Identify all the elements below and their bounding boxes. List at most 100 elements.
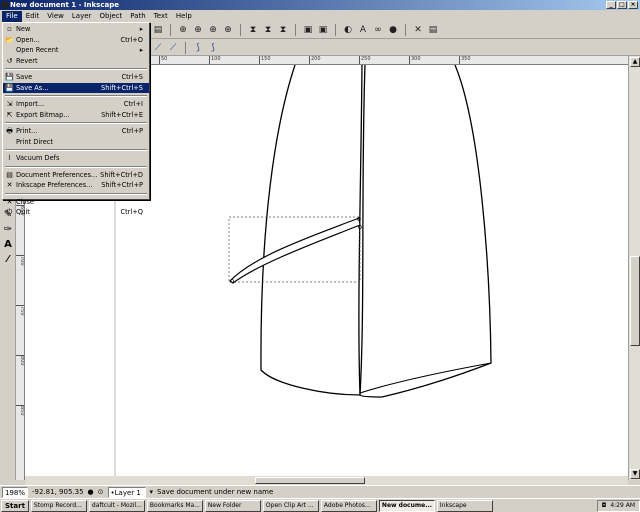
layer-dropdown-chevron-icon[interactable]: ▾ bbox=[150, 488, 154, 496]
close-window-button[interactable]: × bbox=[628, 1, 638, 9]
menu-item-shortcut: Shift+Ctrl+E bbox=[101, 110, 143, 119]
menu-edit[interactable]: Edit bbox=[22, 11, 44, 22]
text-tool-icon[interactable]: A bbox=[1, 237, 15, 251]
menu-item-close[interactable]: ✕ Close bbox=[3, 197, 149, 208]
menu-item-print[interactable]: 🖶 Print... Ctrl+P bbox=[3, 126, 149, 137]
title-bar: New document 1 - Inkscape _ □ × bbox=[0, 0, 640, 10]
taskbar-button[interactable]: Inkscape bbox=[436, 499, 493, 512]
menu-item-label: Print Direct bbox=[16, 137, 54, 146]
menu-object[interactable]: Object bbox=[95, 11, 126, 22]
segment-line-icon[interactable]: ⟆ bbox=[192, 42, 204, 54]
menu-view[interactable]: View bbox=[43, 11, 68, 22]
menu-item-quit[interactable]: ⏻ Quit Ctrl+Q bbox=[3, 207, 149, 218]
menu-text[interactable]: Text bbox=[150, 11, 172, 22]
xml-editor-icon[interactable]: ∞ bbox=[372, 24, 384, 36]
revert-icon: ↺ bbox=[6, 56, 13, 65]
minimize-button[interactable]: _ bbox=[606, 1, 616, 9]
layer-lock-icon[interactable]: ⊙ bbox=[98, 488, 104, 496]
menu-item-save-as[interactable]: 💾 Save As... Shift+Ctrl+S bbox=[3, 82, 149, 93]
ruler-tick-label: 850 bbox=[16, 405, 24, 416]
ruler-tick-label: 350 bbox=[459, 56, 471, 64]
taskbar-button[interactable]: New Folder bbox=[204, 499, 261, 512]
dropper-tool-icon[interactable]: ⁄ bbox=[1, 252, 15, 266]
menu-item-label: Vacuum Defs bbox=[16, 154, 60, 162]
taskbar-button[interactable]: daftcult - Mozil... bbox=[88, 499, 145, 512]
taskbar-button[interactable]: Adobe Photos... bbox=[320, 499, 377, 512]
preferences-toolbar-icon[interactable]: ✕ bbox=[412, 24, 424, 36]
vertical-scroll-thumb[interactable] bbox=[630, 256, 640, 346]
menu-item-label: Document Preferences... bbox=[16, 170, 98, 179]
maximize-button[interactable]: □ bbox=[617, 1, 627, 9]
vertical-scrollbar[interactable]: ▲ ▼ bbox=[628, 56, 640, 480]
taskbar-button[interactable]: New docume... bbox=[378, 499, 435, 512]
menu-item-open[interactable]: 📂 Open... Ctrl+O bbox=[3, 35, 149, 46]
menu-item-vacuum-defs[interactable]: ⌇ Vacuum Defs bbox=[3, 153, 149, 164]
quit-icon: ⏻ bbox=[6, 208, 13, 216]
zoom-width-icon[interactable]: ⊕ bbox=[222, 24, 234, 36]
ruler-tick-label: 250 bbox=[359, 56, 371, 64]
menu-separator bbox=[5, 68, 147, 70]
ruler-tick-label: 50 bbox=[159, 56, 167, 64]
horizontal-scroll-thumb[interactable] bbox=[255, 477, 365, 484]
menu-item-print-direct[interactable]: Print Direct bbox=[3, 137, 149, 148]
zoom-field[interactable]: 198% bbox=[2, 486, 29, 498]
menu-item-export-bitmap[interactable]: ⇱ Export Bitmap... Shift+Ctrl+E bbox=[3, 110, 149, 121]
ungroup-icon[interactable]: ▣ bbox=[317, 24, 329, 36]
tool-controls-bar: ⟋ ⟋ ⟆ ⟆ bbox=[148, 40, 640, 56]
unlink-clone-icon[interactable]: ⧗ bbox=[277, 24, 289, 36]
node-cusp-icon[interactable]: ⟋ bbox=[152, 42, 164, 54]
menu-path[interactable]: Path bbox=[126, 11, 149, 22]
menu-item-shortcut: Shift+Ctrl+S bbox=[101, 83, 143, 92]
shape-right-panel[interactable] bbox=[358, 64, 492, 398]
ruler-tick-label: 150 bbox=[259, 56, 271, 64]
text-font-icon[interactable]: A bbox=[357, 24, 369, 36]
fill-stroke-icon[interactable]: ◐ bbox=[342, 24, 354, 36]
menu-item-import[interactable]: ⇲ Import... Ctrl+I bbox=[3, 99, 149, 110]
menu-file[interactable]: File bbox=[2, 10, 22, 22]
scroll-down-button[interactable]: ▼ bbox=[630, 469, 640, 479]
menu-separator bbox=[5, 165, 147, 168]
zoom-page-icon[interactable]: ⊕ bbox=[207, 24, 219, 36]
ruler-tick-label: 300 bbox=[409, 56, 421, 64]
window-title: New document 1 - Inkscape bbox=[10, 1, 119, 9]
paste-icon[interactable]: ▤ bbox=[152, 24, 164, 36]
menu-separator bbox=[5, 122, 147, 124]
menu-layer[interactable]: Layer bbox=[68, 11, 96, 22]
menu-bar: File Edit View Layer Object Path Text Help bbox=[0, 10, 640, 22]
scroll-up-button[interactable]: ▲ bbox=[630, 57, 640, 67]
menu-item-revert[interactable]: ↺ Revert bbox=[3, 56, 149, 67]
menu-item-open-recent[interactable]: Open Recent ▸ bbox=[3, 45, 149, 56]
layer-visibility-icon[interactable]: ● bbox=[88, 488, 94, 496]
menu-help[interactable]: Help bbox=[172, 11, 196, 22]
clone-icon[interactable]: ⧗ bbox=[262, 24, 274, 36]
shape-left-panel[interactable] bbox=[260, 64, 366, 396]
status-message: Save document under new name bbox=[157, 488, 274, 496]
menu-item-save[interactable]: 💾 Save Ctrl+S bbox=[3, 72, 149, 83]
menu-item-label: Close bbox=[16, 197, 34, 206]
zoom-drawing-icon[interactable]: ⊕ bbox=[192, 24, 204, 36]
horizontal-scrollbar[interactable] bbox=[25, 476, 628, 485]
taskbar-button[interactable]: Bookmarks Ma... bbox=[146, 499, 203, 512]
taskbar-button[interactable]: Stomp Record... bbox=[30, 499, 87, 512]
segment-curve-icon[interactable]: ⟆ bbox=[207, 42, 219, 54]
tray-icon[interactable]: ◘ bbox=[602, 501, 607, 511]
ruler-tick-label: 100 bbox=[209, 56, 221, 64]
selected-strap-path[interactable] bbox=[229, 217, 361, 284]
menu-item-document-preferences[interactable]: ▤ Document Preferences... Shift+Ctrl+D bbox=[3, 170, 149, 181]
menu-item-label: Open... bbox=[16, 35, 40, 44]
document-properties-toolbar-icon[interactable]: ▤ bbox=[427, 24, 439, 36]
group-icon[interactable]: ▣ bbox=[302, 24, 314, 36]
new-document-icon: ▫ bbox=[7, 25, 12, 33]
duplicate-icon[interactable]: ⧗ bbox=[247, 24, 259, 36]
layer-selector[interactable]: •Layer 1 bbox=[107, 486, 146, 498]
calligraphy-tool-icon[interactable]: ✑ bbox=[1, 222, 15, 236]
menu-item-new[interactable]: ▫ New ▸ bbox=[3, 24, 149, 35]
document-properties-icon: ▤ bbox=[6, 170, 13, 179]
object-properties-icon[interactable]: ● bbox=[387, 24, 399, 36]
taskbar-button[interactable]: Open Clip Art ... bbox=[262, 499, 319, 512]
menu-item-shortcut: Ctrl+O bbox=[120, 35, 143, 44]
start-button[interactable]: Start bbox=[1, 499, 29, 512]
menu-item-inkscape-preferences[interactable]: ✕ Inkscape Preferences... Shift+Ctrl+P bbox=[3, 180, 149, 191]
zoom-selection-icon[interactable]: ⊕ bbox=[177, 24, 189, 36]
node-smooth-icon[interactable]: ⟋ bbox=[167, 42, 179, 54]
